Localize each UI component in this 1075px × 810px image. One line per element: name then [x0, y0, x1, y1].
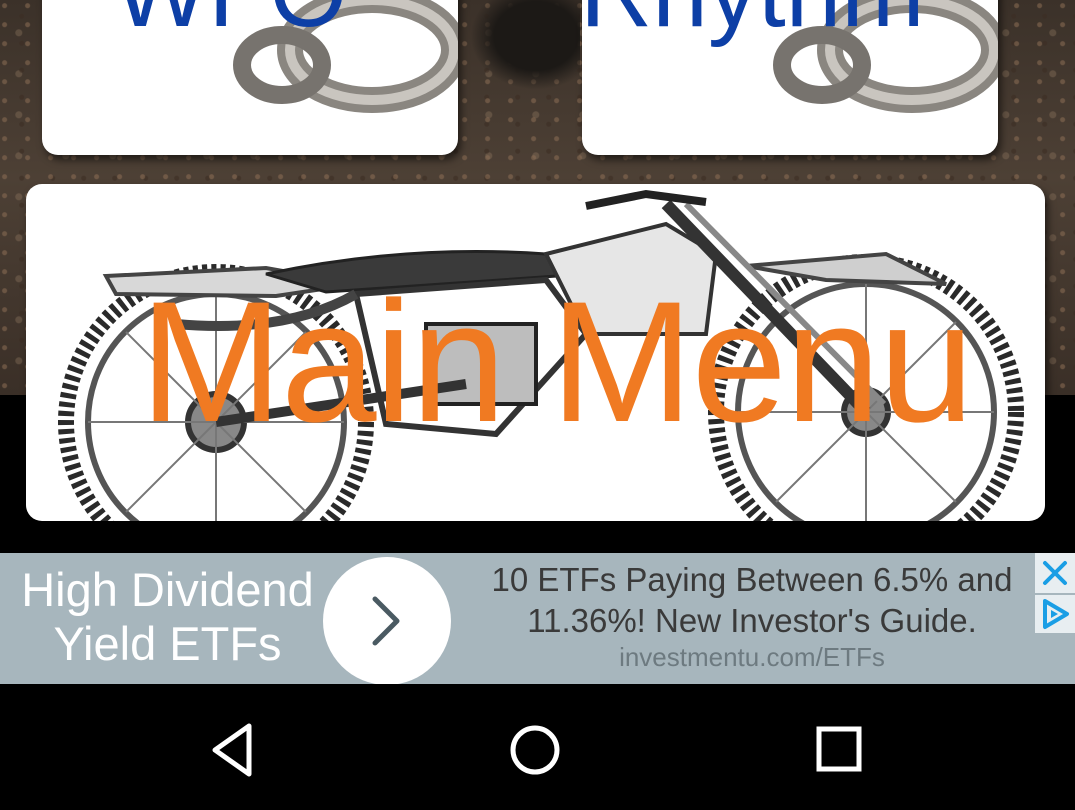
ad-body-line1: 10 ETFs Paying Between 6.5% and	[491, 561, 1013, 598]
wfo-tile[interactable]: WFO	[42, 0, 458, 155]
ad-body-text: 10 ETFs Paying Between 6.5% and 11.36%! …	[462, 559, 1042, 641]
close-icon	[1043, 561, 1067, 585]
ad-banner[interactable]: High Dividend Yield ETFs 10 ETFs Paying …	[0, 553, 1075, 685]
recents-button[interactable]	[809, 720, 869, 780]
rhythm-tile-label: Rhythm	[582, 0, 925, 42]
ad-headline-line2: Yield ETFs	[53, 617, 282, 670]
ad-body-line2: 11.36%! New Investor's Guide.	[527, 602, 977, 639]
wfo-tile-label: WFO	[114, 0, 347, 42]
adchoices-icon	[1043, 599, 1069, 629]
ad-open-button[interactable]	[323, 557, 451, 685]
main-menu-tile[interactable]: Main Menu	[26, 184, 1045, 521]
ad-close-button[interactable]	[1035, 553, 1075, 593]
main-menu-label: Main Menu	[139, 266, 975, 458]
navigation-bar	[0, 684, 1075, 810]
ad-url: investmentu.com/ETFs	[619, 642, 885, 672]
adchoices-button[interactable]	[1035, 595, 1075, 633]
home-circle-icon	[510, 725, 560, 775]
ad-headline: High Dividend Yield ETFs	[0, 563, 335, 671]
background-shadow	[470, 0, 580, 90]
home-button[interactable]	[505, 720, 565, 780]
ad-headline-line1: High Dividend	[21, 563, 314, 616]
back-triangle-icon	[212, 723, 252, 777]
app-content: WFO Rhythm	[0, 0, 1075, 553]
back-button[interactable]	[203, 720, 263, 780]
recents-square-icon	[816, 726, 862, 772]
chevron-right-icon	[372, 596, 400, 646]
rhythm-tile[interactable]: Rhythm	[582, 0, 998, 155]
